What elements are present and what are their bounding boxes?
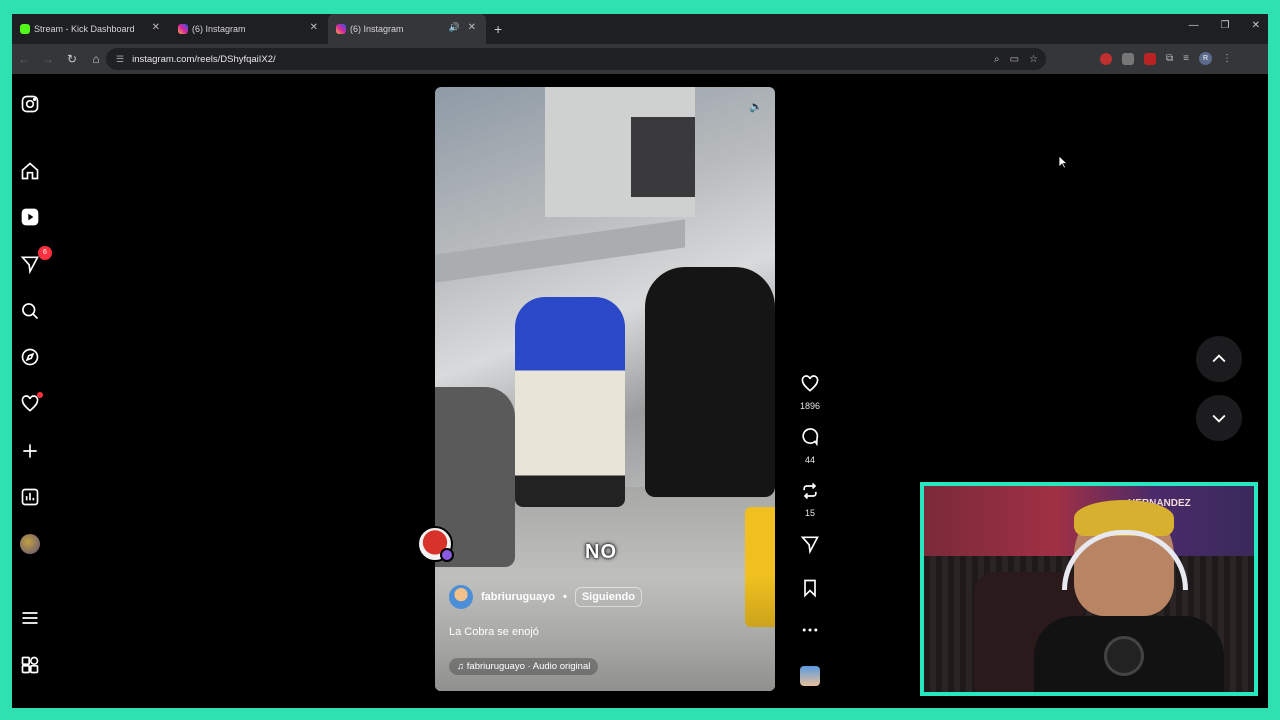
instagram-logo-icon (178, 24, 188, 34)
more-menu-icon[interactable] (20, 608, 40, 628)
tab-label: (6) Instagram (192, 24, 246, 34)
close-tab-icon[interactable]: ✕ (310, 22, 318, 33)
home-icon[interactable]: ⌂ (84, 52, 108, 66)
streamer-webcam-overlay: HERNANDEZ (920, 482, 1258, 696)
more-dots-icon (802, 628, 818, 632)
bookmark-icon (804, 579, 816, 598)
close-window-icon[interactable]: ✕ (1252, 20, 1260, 31)
audio-label: fabriuruguayo · Audio original (466, 661, 591, 672)
dashboard-chart-icon[interactable] (20, 487, 40, 507)
extension-red-square-icon[interactable] (1144, 52, 1156, 65)
reel-video[interactable]: 🔈 NO fabriuruguayo • Siguiendo La Cobra … (435, 87, 775, 691)
repost-icon (803, 482, 817, 500)
profile-avatar[interactable]: R (1198, 52, 1212, 65)
speaker-icon[interactable]: 🔊 (449, 22, 460, 33)
creator-sticker-avatar[interactable] (417, 526, 454, 562)
tab-kick-dashboard[interactable]: Stream - Kick Dashboard ✕ (12, 14, 170, 44)
next-reel-button[interactable] (1196, 395, 1242, 441)
sticker-badge-icon (440, 548, 454, 562)
reel-description: La Cobra se enojó (449, 626, 539, 638)
extensions-puzzle-icon[interactable]: ⧉ (1166, 53, 1173, 64)
create-plus-icon[interactable] (20, 441, 40, 461)
save-button[interactable] (798, 578, 822, 603)
video-caption-overlay: NO (585, 541, 617, 563)
bookmark-star-icon[interactable]: ☆ (1029, 54, 1038, 65)
media-controls-icon[interactable]: ≡ (1183, 53, 1189, 64)
kick-logo-icon (20, 24, 30, 34)
url-text: instagram.com/reels/DShyfqaiIX2/ (132, 53, 276, 65)
omnibox-actions: ⌕ ▭ ☆ (994, 54, 1038, 65)
tab-label: (6) Instagram (350, 24, 404, 34)
profile-avatar[interactable] (20, 534, 40, 554)
notifications-heart-icon[interactable] (20, 392, 43, 414)
video-scene-person-center (515, 297, 625, 507)
comment-button[interactable]: 44 (798, 428, 822, 465)
video-scene-person-right (645, 267, 775, 497)
search-icon[interactable] (20, 301, 40, 321)
comments-count: 44 (804, 455, 815, 465)
extensions-bar: ⧉ ≡ R ⋮ (1100, 52, 1232, 65)
tab-bar: Stream - Kick Dashboard ✕ (6) Instagram … (12, 14, 1268, 44)
instagram-logo-icon[interactable] (20, 94, 40, 114)
minimize-icon[interactable]: — (1189, 20, 1199, 31)
chevron-down-icon (1212, 414, 1226, 423)
forward-icon[interactable]: → (36, 52, 60, 66)
following-button[interactable]: Siguiendo (574, 587, 642, 607)
home-icon[interactable] (20, 161, 40, 181)
close-tab-icon[interactable]: ✕ (468, 22, 476, 33)
cast-icon[interactable]: ▭ (1010, 54, 1019, 65)
video-scene-counter (435, 219, 685, 283)
share-button[interactable] (798, 534, 822, 559)
author-avatar[interactable] (449, 585, 473, 609)
reel-audio-link[interactable]: ♫ fabriuruguayo · Audio original (449, 658, 599, 675)
notification-dot (37, 392, 43, 398)
address-bar: ← → ↻ ⌂ ☰ instagram.com/reels/DShyfqaiIX… (12, 44, 1268, 74)
messages-icon[interactable]: 6 (20, 246, 52, 275)
sidebar: 6 (12, 74, 52, 708)
microphone-icon (1104, 636, 1144, 676)
tab-label: Stream - Kick Dashboard (34, 24, 135, 34)
also-from-meta-icon[interactable] (20, 655, 40, 675)
zoom-icon[interactable]: ⌕ (994, 54, 1000, 65)
tab-instagram-1[interactable]: (6) Instagram ✕ (170, 14, 328, 44)
back-icon[interactable]: ← (12, 52, 36, 66)
likes-count: 1896 (799, 401, 821, 411)
previous-reel-button[interactable] (1196, 336, 1242, 382)
comment-icon (802, 428, 819, 447)
reload-icon[interactable]: ↻ (60, 52, 84, 66)
reposts-count: 15 (804, 508, 815, 518)
mouse-cursor-icon (1058, 155, 1068, 169)
author-username[interactable]: fabriuruguayo (481, 591, 555, 603)
share-icon (800, 536, 819, 555)
window-controls: — ❐ ✕ (1189, 20, 1268, 31)
instagram-logo-icon (336, 24, 346, 34)
site-info-icon[interactable]: ☰ (116, 54, 124, 65)
separator-dot: • (562, 591, 567, 603)
reel-author: fabriuruguayo • Siguiendo (449, 585, 642, 609)
chevron-up-icon (1212, 354, 1226, 363)
notification-badge: 6 (38, 246, 52, 260)
like-button[interactable]: 1896 (798, 374, 822, 411)
volume-icon[interactable]: 🔈 (748, 100, 764, 116)
audio-thumbnail[interactable] (800, 666, 820, 686)
browser-menu-icon[interactable]: ⋮ (1222, 53, 1232, 64)
new-tab-button[interactable]: + (494, 21, 502, 37)
reels-icon[interactable] (20, 207, 40, 227)
tab-instagram-active[interactable]: (6) Instagram 🔊 ✕ (328, 14, 486, 44)
more-options-button[interactable] (798, 620, 822, 645)
explore-icon[interactable] (20, 347, 40, 367)
music-note-icon: ♫ (457, 661, 467, 672)
maximize-icon[interactable]: ❐ (1221, 20, 1230, 31)
heart-icon (801, 375, 819, 392)
url-field[interactable]: ☰ instagram.com/reels/DShyfqaiIX2/ ⌕ ▭ ☆ (106, 48, 1046, 70)
extension-gray-icon[interactable] (1122, 52, 1134, 65)
close-tab-icon[interactable]: ✕ (152, 22, 160, 33)
video-scene-grill (631, 117, 695, 197)
repost-button[interactable]: 15 (798, 481, 822, 518)
extension-red-icon[interactable] (1100, 52, 1112, 65)
